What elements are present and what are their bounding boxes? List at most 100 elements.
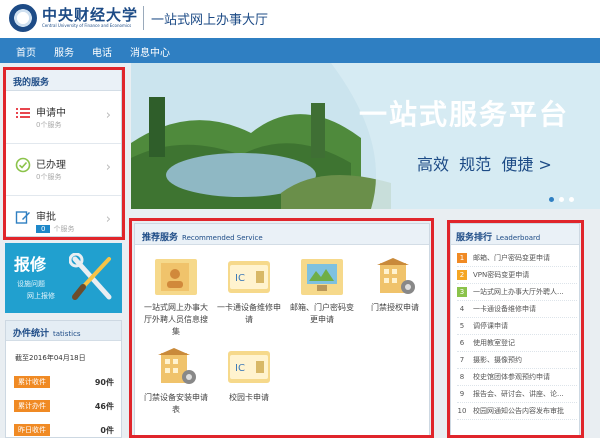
service-done-label: 已办理 <box>36 160 66 171</box>
ranking-label: 调停课申请 <box>473 322 508 330</box>
stat-label: 昨日收件 <box>14 424 50 436</box>
university-name-en: Central University of Finance and Econom… <box>42 23 132 28</box>
recommended-header: 推荐服务 Recommended Service <box>135 224 429 245</box>
stats-date: 截至2016年04月18日 <box>15 354 86 362</box>
stat-value: 46件 <box>94 402 114 411</box>
rec-item-card-repair[interactable]: IC 一卡通设备维修申请 <box>212 252 285 342</box>
approval-count-unit: 个服务 <box>53 225 75 233</box>
ranking-number: 1 <box>457 253 467 263</box>
ranking-title-en: Leaderboard <box>496 234 541 242</box>
stats-header: 办件统计 tatistics <box>6 321 121 341</box>
ic-card-icon: IC <box>228 261 270 293</box>
ranking-item[interactable]: 10 校园网通知公告内容发布审批 <box>457 403 577 420</box>
ranking-label: 使用教室登记 <box>473 339 515 347</box>
ranking-item[interactable]: 4 一卡通设备维修申请 <box>457 301 577 318</box>
recommended-title-cn: 推荐服务 <box>142 233 179 243</box>
ranking-number: 10 <box>457 407 467 415</box>
recommended-title: 推荐服务 Recommended Service <box>142 230 263 243</box>
ranking-label: 一站式网上办事大厅外聘人... <box>473 288 564 296</box>
nav-services[interactable]: 服务 <box>54 44 74 59</box>
building-gear-icon <box>158 348 196 384</box>
main-nav: 首页 服务 电话 消息中心 <box>0 38 600 63</box>
ranking-number: 4 <box>459 305 465 313</box>
ranking-number: 6 <box>459 339 465 347</box>
stat-value: 90件 <box>94 378 114 387</box>
ranking-number: 3 <box>457 287 467 297</box>
header-divider <box>143 6 144 30</box>
rec-item-access-auth[interactable]: 门禁授权申请 <box>358 252 431 342</box>
rec-item-staff-info[interactable]: 一站式网上办事大厅外聘人员信息搜集 <box>139 252 212 342</box>
university-name: 中央财经大学 <box>42 6 139 24</box>
stats-panel: 办件统计 tatistics 截至2016年04月18日 累计收件 90件 累计办… <box>5 320 122 438</box>
rec-label: 一站式网上办事大厅外聘人员信息搜集 <box>144 303 208 336</box>
rec-item-campus-card[interactable]: IC 校园卡申请 <box>212 342 285 432</box>
ranking-label: 校园网通知公告内容发布审批 <box>473 407 564 415</box>
ranking-item[interactable]: 9 报告会、研讨会、讲座、论... <box>457 386 577 403</box>
ranking-item[interactable]: 2 VPN密码变更申请 <box>457 267 577 284</box>
service-pending-label: 申请中 <box>36 108 66 119</box>
my-services-header: 我的服务 <box>6 70 121 91</box>
rec-label: 门禁授权申请 <box>371 303 419 312</box>
ic-card-icon: IC <box>228 351 270 383</box>
ranking-number: 8 <box>459 373 465 381</box>
stat-row: 累计办件 46件 <box>14 400 114 412</box>
list-icon <box>16 108 30 118</box>
hall-title: 一站式网上办事大厅 <box>151 13 269 28</box>
service-done[interactable]: 已办理 0个服务 › <box>6 144 121 196</box>
recommended-panel: 推荐服务 Recommended Service 一站式网上办事大厅外聘人员信息搜… <box>134 223 430 438</box>
stat-label: 累计办件 <box>14 400 50 412</box>
wrench-screwdriver-icon <box>69 253 112 300</box>
chevron-right-icon: › <box>105 108 111 123</box>
rec-item-access-install[interactable]: 门禁设备安装申请表 <box>139 342 212 432</box>
ranking-label: 摄影、摄像预约 <box>473 356 522 364</box>
my-services-title: 我的服务 <box>13 78 50 88</box>
service-pending[interactable]: 申请中 0个服务 › <box>6 92 121 144</box>
recommended-title-en: Recommended Service <box>182 234 263 242</box>
id-card-icon <box>155 259 197 295</box>
chevron-right-icon: › <box>105 160 111 175</box>
check-circle-icon <box>15 157 31 173</box>
service-approval-count: 0 个服务 <box>36 224 74 234</box>
ranking-number: 9 <box>459 390 465 398</box>
banner-title: 一站式服务平台 <box>359 98 570 131</box>
ranking-item[interactable]: 3 一站式网上办事大厅外聘人... <box>457 284 577 301</box>
stats-title-cn: 办件统计 <box>13 329 50 339</box>
ranking-item[interactable]: 7 摄影、摄像预约 <box>457 352 577 369</box>
carousel-dot[interactable] <box>569 197 574 202</box>
my-services-panel: 我的服务 申请中 0个服务 › 已办理 0个服务 › 审批 0 个服务 › <box>5 69 122 237</box>
repair-tile[interactable]: 报修 设施问题 网上报修 <box>5 243 122 313</box>
page: 中央财经大学 Central University of Finance and… <box>0 0 600 438</box>
carousel-dot-active[interactable] <box>549 197 554 202</box>
rec-item-password-change[interactable]: 邮箱、门户密码变更申请 <box>285 252 358 342</box>
banner-landscape-image <box>131 63 600 209</box>
repair-sub1: 设施问题 <box>17 280 45 288</box>
rec-label: 门禁设备安装申请表 <box>144 393 208 414</box>
repair-title: 报修 <box>14 255 47 274</box>
banner-carousel[interactable]: 一站式服务平台 高效 规范 便捷 > <box>131 63 600 209</box>
ranking-panel: 服务排行 Leaderboard 1 邮箱、门户密码变更申请 2 VPN密码变更申请 3 一… <box>450 223 580 438</box>
stats-title: 办件统计 tatistics <box>13 326 81 339</box>
nav-home[interactable]: 首页 <box>16 44 36 59</box>
ranking-item[interactable]: 5 调停课申请 <box>457 318 577 335</box>
ranking-header: 服务排行 Leaderboard <box>451 224 579 245</box>
ranking-item[interactable]: 1 邮箱、门户密码变更申请 <box>457 250 577 267</box>
rec-label: 校园卡申请 <box>229 393 269 402</box>
ranking-number: 7 <box>459 356 465 364</box>
nav-phone[interactable]: 电话 <box>92 44 112 59</box>
ranking-title-cn: 服务排行 <box>456 233 493 243</box>
service-approval[interactable]: 审批 0 个服务 › <box>6 196 121 248</box>
ranking-item[interactable]: 8 校史馆团体参观预约申请 <box>457 369 577 386</box>
stat-row: 累计收件 90件 <box>14 376 114 388</box>
chevron-right-icon: › <box>105 212 111 227</box>
ranking-label: 邮箱、门户密码变更申请 <box>473 254 550 262</box>
nav-messages[interactable]: 消息中心 <box>130 44 170 59</box>
service-approval-label: 审批 <box>36 212 56 223</box>
stat-value: 0件 <box>100 426 114 435</box>
rec-label: 邮箱、门户密码变更申请 <box>290 303 354 324</box>
stats-title-en: tatistics <box>53 330 81 338</box>
rec-label: 一卡通设备维修申请 <box>217 303 281 324</box>
ranking-item[interactable]: 6 使用教室登记 <box>457 335 577 352</box>
carousel-dot[interactable] <box>559 197 564 202</box>
university-emblem-logo <box>9 4 37 32</box>
ranking-label: 校史馆团体参观预约申请 <box>473 373 550 381</box>
